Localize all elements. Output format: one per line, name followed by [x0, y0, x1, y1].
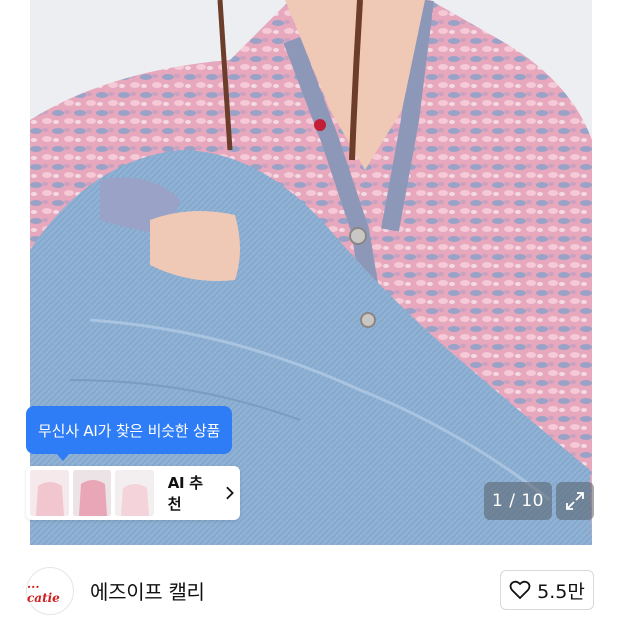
thumbnail-image	[30, 470, 69, 516]
chevron-right-icon	[226, 486, 235, 500]
ai-recommend-card[interactable]: AI 추천	[26, 466, 240, 520]
heart-icon	[509, 580, 531, 600]
like-button[interactable]: 5.5만	[500, 570, 594, 610]
similar-product-thumbnail[interactable]	[30, 470, 69, 516]
pager-separator: /	[503, 491, 522, 511]
similar-product-thumbnail[interactable]	[115, 470, 154, 516]
thumbnail-image	[72, 470, 112, 516]
product-photo-illustration	[30, 0, 592, 545]
brand-name[interactable]: 에즈이프 캘리	[90, 576, 205, 605]
product-image[interactable]	[30, 0, 592, 545]
ai-similar-products-tooltip[interactable]: 무신사 AI가 찾은 비슷한 상품	[26, 406, 233, 461]
expand-image-button[interactable]	[556, 482, 594, 520]
expand-icon	[566, 492, 584, 510]
image-pager: 1 / 10	[484, 482, 552, 520]
similar-product-thumbnail[interactable]	[72, 470, 112, 516]
like-count: 5.5만	[537, 580, 585, 603]
pager-current: 1	[491, 491, 504, 511]
brand-logo-text: ... catie	[27, 577, 60, 605]
product-page: 무신사 AI가 찾은 비슷한 상품 AI 추천 1 / 10 ... catie…	[0, 0, 620, 620]
brand-bar: ... catie 에즈이프 캘리 5.5만	[0, 545, 620, 620]
ai-recommend-label: AI 추천	[167, 474, 203, 513]
thumbnail-image	[115, 470, 154, 516]
brand-logo[interactable]: ... catie	[26, 567, 74, 615]
ai-tooltip-text: 무신사 AI가 찾은 비슷한 상품	[38, 421, 221, 440]
pager-total: 10	[521, 491, 544, 511]
